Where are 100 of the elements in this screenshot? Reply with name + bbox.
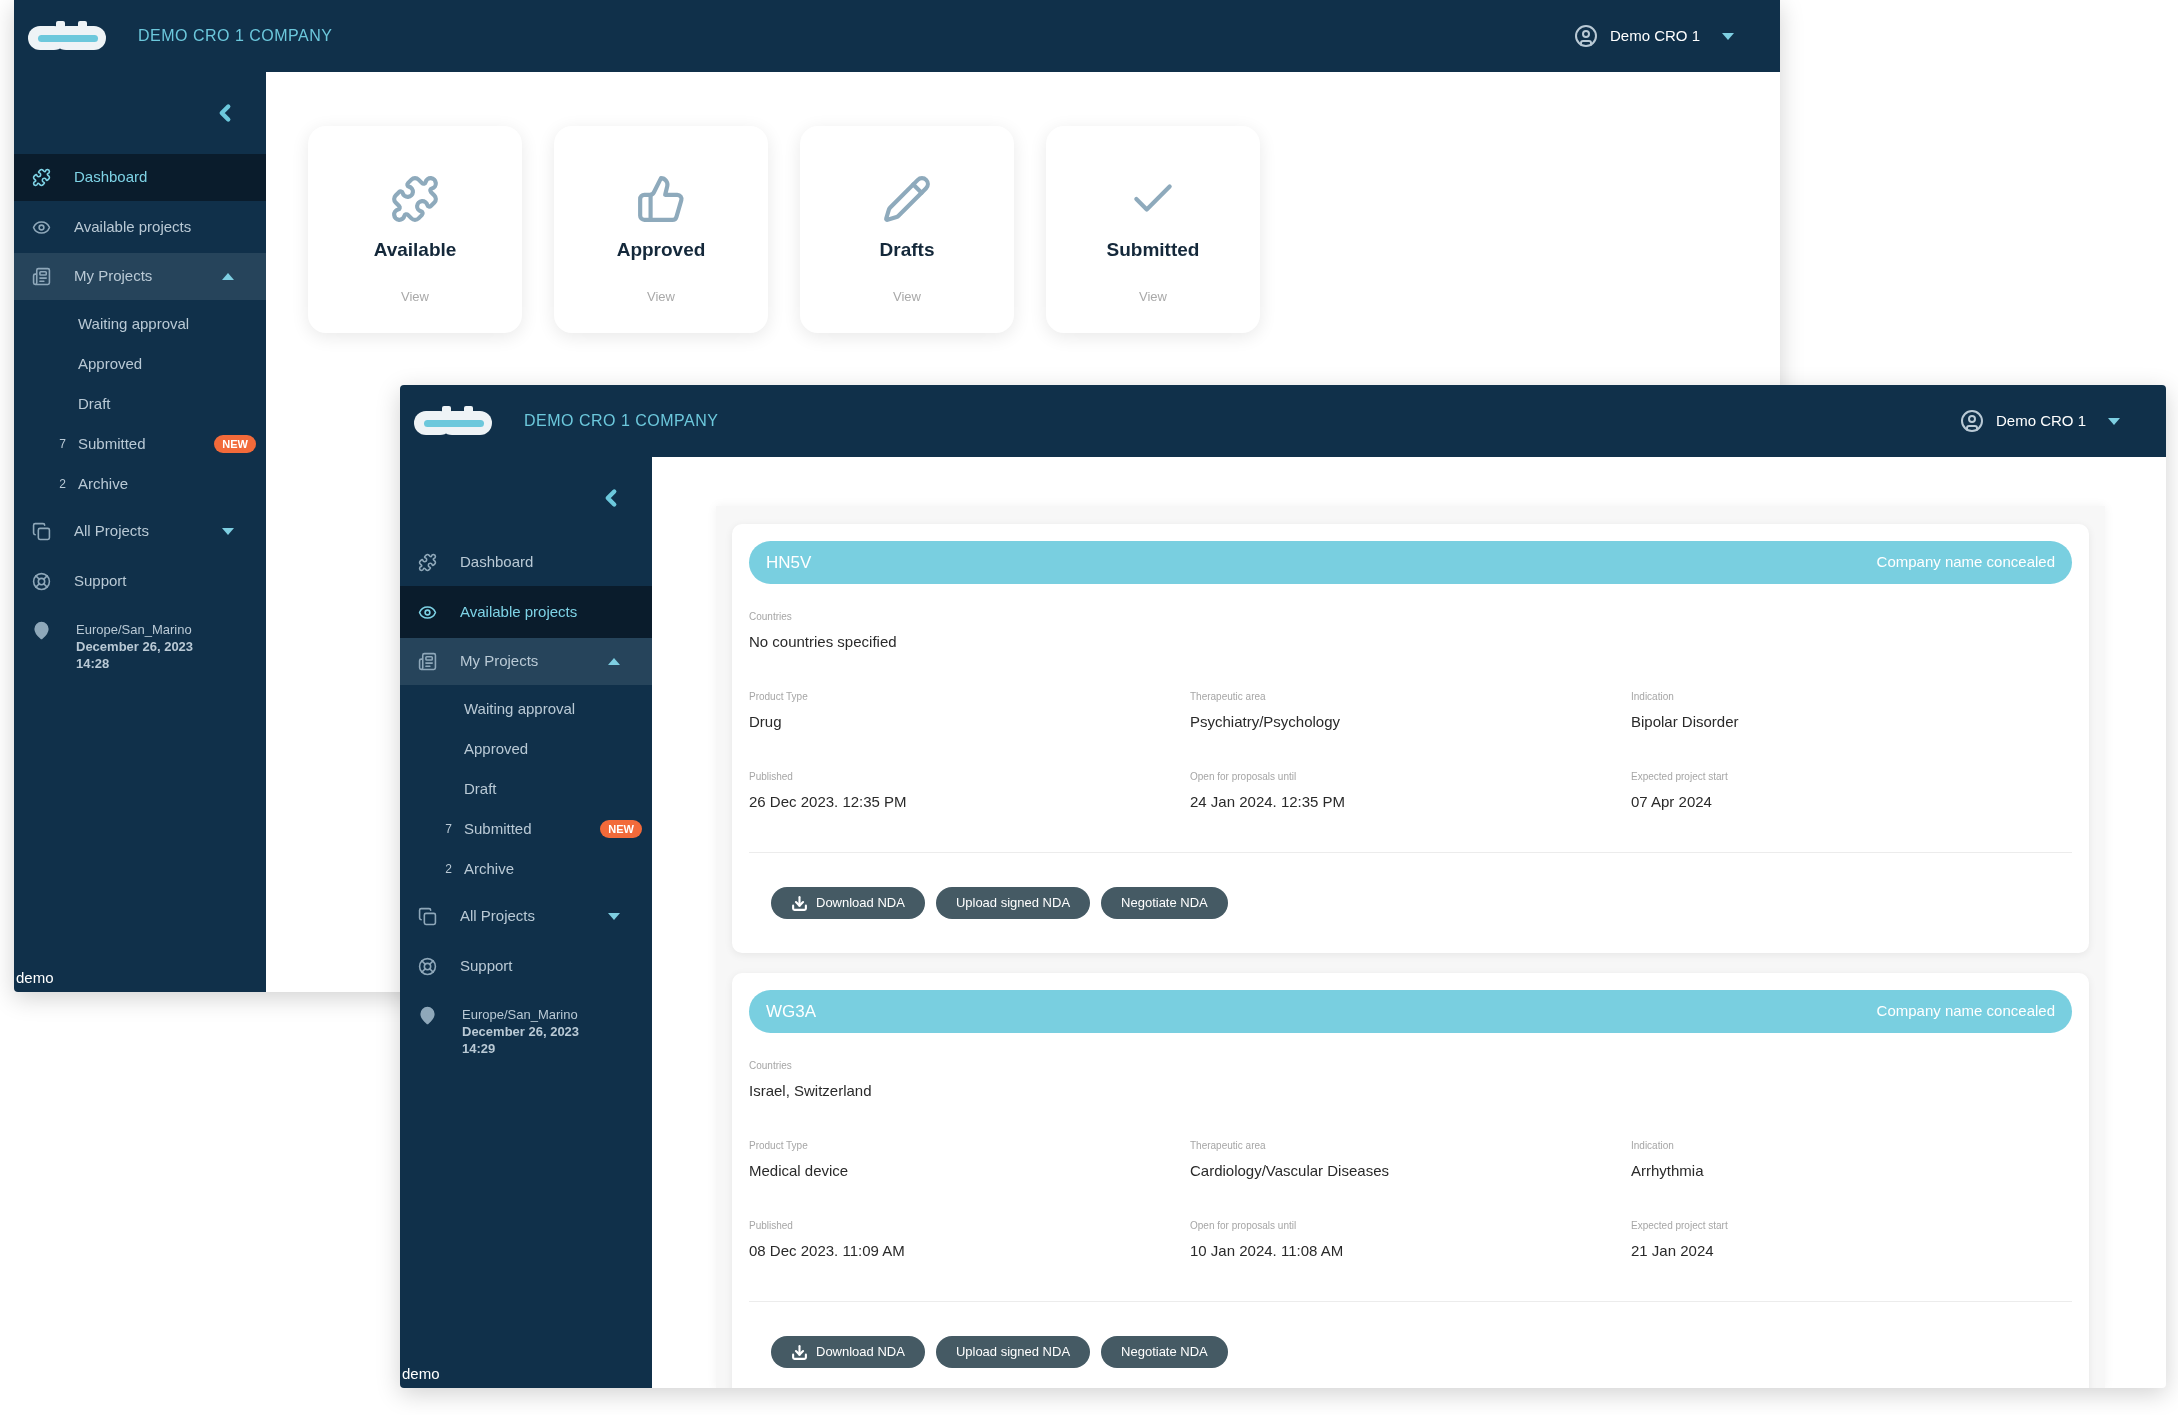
item-count: 2	[58, 476, 67, 493]
caret-down-icon	[1722, 32, 1734, 40]
puzzle-icon	[418, 553, 437, 572]
submenu-item[interactable]: Waiting approval	[400, 689, 652, 729]
field-label: Published	[749, 1219, 794, 1233]
item-count: 7	[444, 821, 453, 838]
pencil-icon	[882, 174, 932, 224]
field-label: Therapeutic area	[1190, 1139, 1267, 1153]
sidebar-item[interactable]: Available projects	[14, 201, 266, 253]
lifebuoy-icon	[32, 571, 51, 591]
field-value: 21 Jan 2024	[1631, 1241, 1715, 1261]
caret-down-icon	[608, 913, 620, 920]
field-value: Drug	[749, 712, 783, 732]
field-value: Psychiatry/Psychology	[1190, 712, 1342, 732]
field-value: 10 Jan 2024. 11:08 AM	[1190, 1241, 1345, 1261]
date: December 26, 2023	[76, 638, 194, 655]
dashboard-tile[interactable]: Approved View	[554, 126, 768, 333]
submenu-item[interactable]: 7 Submitted NEW	[400, 809, 652, 849]
sidebar-item[interactable]: Available projects	[400, 586, 652, 638]
action-button[interactable]: Negotiate NDA	[1101, 887, 1228, 919]
puzzle-icon	[390, 174, 440, 224]
dashboard-tile[interactable]: Available View	[308, 126, 522, 333]
caret-down-icon	[2108, 417, 2120, 425]
submenu-item[interactable]: Approved	[400, 729, 652, 769]
copy-icon	[418, 907, 437, 926]
field-label: Product Type	[749, 690, 809, 704]
field-value: No countries specified	[749, 632, 898, 652]
sidebar-item[interactable]: All Projects	[14, 508, 266, 555]
environment-label: demo	[402, 1365, 440, 1382]
field-label: Indication	[1631, 690, 1675, 704]
new-badge: NEW	[600, 819, 642, 839]
newspaper-icon	[418, 652, 437, 671]
puzzle-icon	[32, 168, 51, 187]
time: 14:28	[76, 655, 111, 672]
sidebar-item[interactable]: My Projects	[400, 638, 652, 685]
sidebar-item[interactable]: Support	[14, 555, 266, 607]
action-button[interactable]: Upload signed NDA	[935, 1336, 1091, 1368]
caret-up-icon	[222, 273, 234, 280]
company-name: Company name concealed	[1876, 552, 2055, 573]
field-value: Israel, Switzerland	[749, 1081, 873, 1101]
action-button[interactable]: Upload signed NDA	[935, 887, 1091, 919]
user-menu[interactable]: Demo CRO 1	[1959, 409, 2120, 433]
field-label: Expected project start	[1631, 1219, 1729, 1233]
tile-title: Approved	[616, 238, 706, 262]
thumbs-up-icon	[636, 174, 686, 224]
date: December 26, 2023	[462, 1023, 580, 1040]
timezone: Europe/San_Marino	[76, 621, 193, 638]
download-icon	[791, 894, 808, 912]
project-code: HN5V	[766, 551, 812, 574]
submenu-item[interactable]: Draft	[400, 769, 652, 809]
caret-down-icon	[222, 528, 234, 535]
field-value: Cardiology/Vascular Diseases	[1190, 1161, 1390, 1181]
sidebar-item[interactable]: Dashboard	[14, 154, 266, 201]
newspaper-icon	[32, 267, 51, 286]
download-button[interactable]: Download NDA	[771, 1336, 925, 1368]
field-value: 08 Dec 2023. 11:09 AM	[749, 1241, 906, 1261]
tile-title: Drafts	[879, 238, 935, 262]
item-count: 7	[58, 436, 67, 453]
user-icon	[1959, 409, 1984, 433]
submenu-item[interactable]: Waiting approval	[14, 304, 266, 344]
company-title: DEMO CRO 1 COMPANY	[138, 26, 333, 46]
location-pin-icon	[418, 1006, 437, 1025]
submenu-item[interactable]: Approved	[14, 344, 266, 384]
tile-title: Available	[373, 238, 457, 262]
submenu-item[interactable]: 7 Submitted NEW	[14, 424, 266, 464]
field-label: Indication	[1631, 1139, 1675, 1153]
company-title: DEMO CRO 1 COMPANY	[524, 411, 719, 431]
item-count: 2	[444, 861, 453, 878]
field-value: Bipolar Disorder	[1631, 712, 1740, 732]
field-label: Product Type	[749, 1139, 809, 1153]
company-name: Company name concealed	[1876, 1001, 2055, 1022]
field-label: Published	[749, 770, 794, 784]
field-value: 26 Dec 2023. 12:35 PM	[749, 792, 908, 812]
user-menu[interactable]: Demo CRO 1	[1573, 24, 1734, 48]
location-pin-icon	[32, 621, 51, 640]
field-label: Expected project start	[1631, 770, 1729, 784]
project-code: WG3A	[766, 1000, 817, 1023]
field-value: 24 Jan 2024. 12:35 PM	[1190, 792, 1347, 812]
user-icon	[1573, 24, 1598, 48]
download-icon	[791, 1343, 808, 1361]
submenu-item[interactable]: 2 Archive	[400, 849, 652, 889]
sidebar-item[interactable]: Dashboard	[400, 539, 652, 586]
dashboard-tile[interactable]: Drafts View	[800, 126, 1014, 333]
field-value: Medical device	[749, 1161, 850, 1181]
dashboard-tile[interactable]: Submitted View	[1046, 126, 1260, 333]
download-button[interactable]: Download NDA	[771, 887, 925, 919]
field-label: Open for proposals until	[1190, 1219, 1298, 1233]
sidebar-item[interactable]: My Projects	[14, 253, 266, 300]
submenu-item[interactable]: 2 Archive	[14, 464, 266, 504]
tile-title: Submitted	[1106, 238, 1200, 262]
submenu-item[interactable]: Draft	[14, 384, 266, 424]
lifebuoy-icon	[418, 956, 437, 976]
sidebar-item[interactable]: Support	[400, 940, 652, 992]
time: 14:29	[462, 1040, 497, 1057]
field-label: Countries	[749, 610, 793, 624]
action-button[interactable]: Negotiate NDA	[1101, 1336, 1228, 1368]
new-badge: NEW	[214, 434, 256, 454]
sidebar-item[interactable]: All Projects	[400, 893, 652, 940]
field-label: Therapeutic area	[1190, 690, 1267, 704]
environment-label: demo	[16, 969, 54, 986]
